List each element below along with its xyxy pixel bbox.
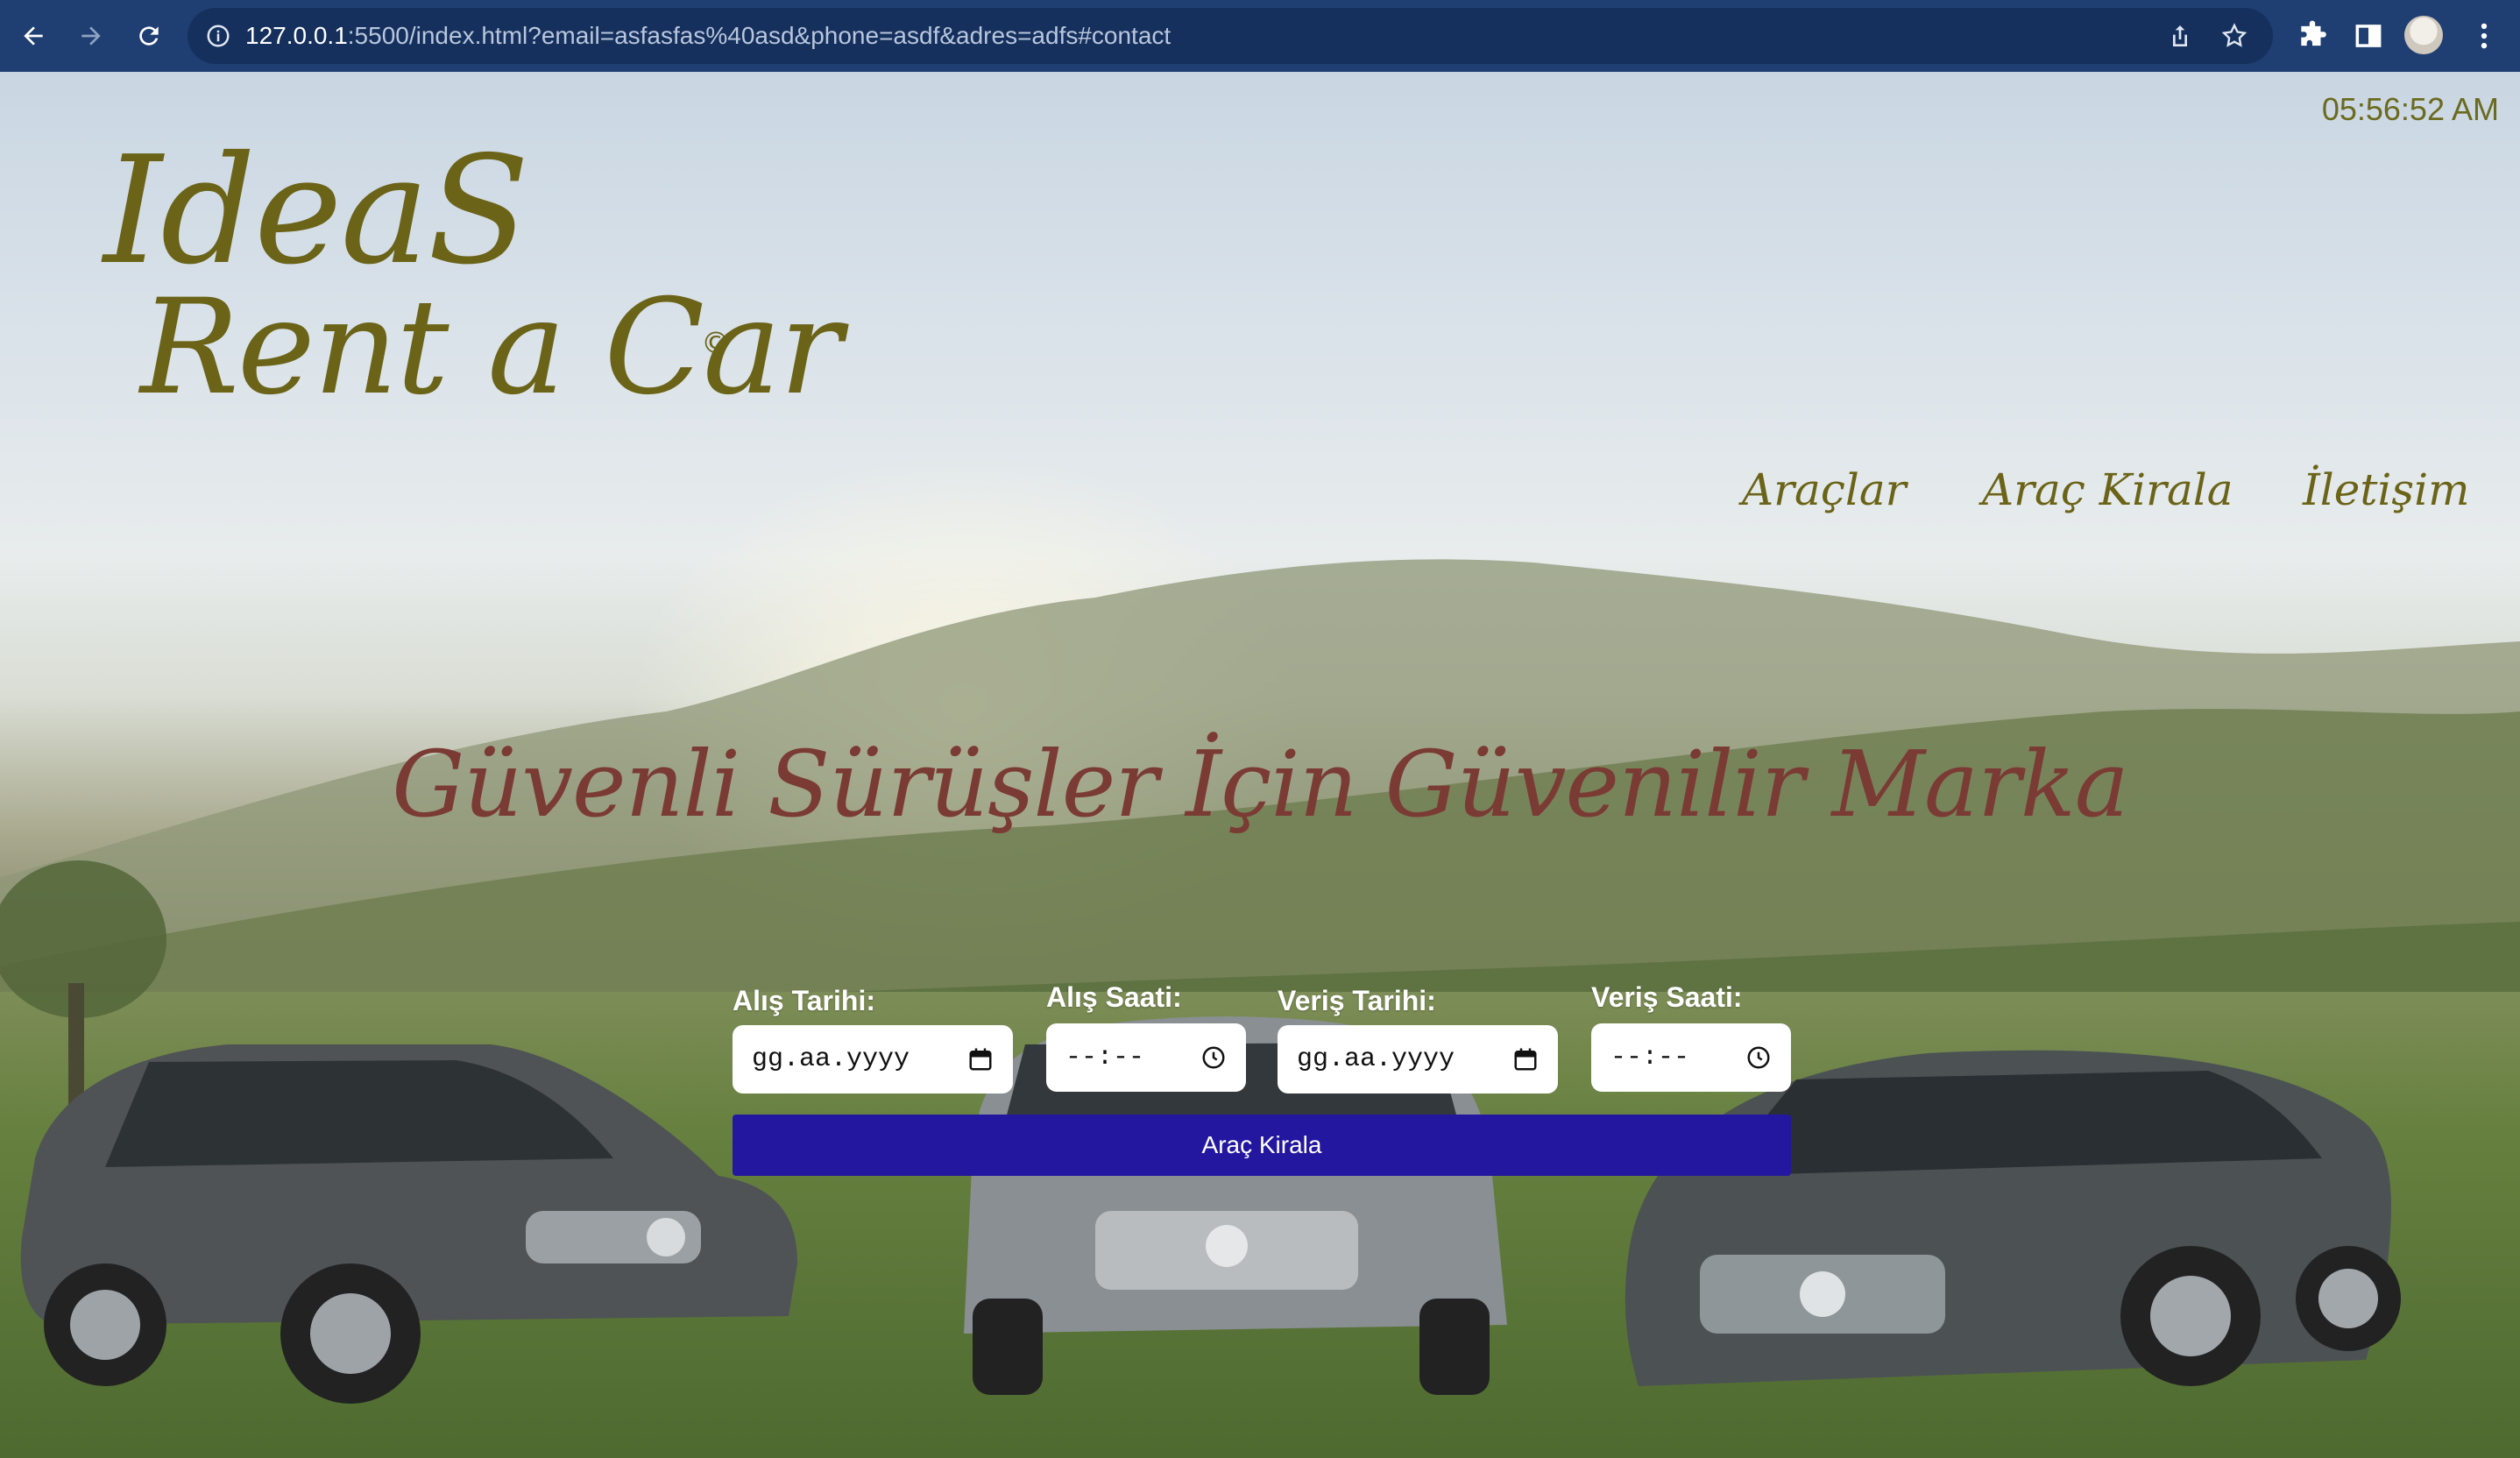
rent-car-submit-button[interactable]: Araç Kirala [733, 1115, 1791, 1176]
reload-icon [139, 26, 159, 46]
live-clock: 05:56:52 AM [2321, 91, 2499, 127]
reload-button[interactable] [124, 11, 173, 60]
pickup-date-input[interactable]: gg.aa.yyyy [733, 1025, 1013, 1094]
pickup-time-input[interactable]: --:-- [1046, 1023, 1246, 1092]
url-text: 127.0.0.1:5500/index.html?email=asfasfas… [245, 22, 1171, 50]
nav-link-iletisim[interactable]: İletişim [2303, 464, 2469, 515]
logo-rent-a-car[interactable]: Rent a Car [140, 272, 842, 424]
extensions-puzzle-icon[interactable] [2296, 19, 2329, 53]
pickup-date-label: Alış Tarihi: [733, 985, 875, 1016]
calendar-icon[interactable] [967, 1046, 994, 1072]
profile-avatar[interactable] [2404, 16, 2443, 54]
browser-toolbar: 127.0.0.1:5500/index.html?email=asfasfas… [0, 0, 2520, 72]
return-date-label: Veriş Tarihi: [1278, 985, 1436, 1016]
url-path: :5500/index.html?email=asfasfas%40asd&ph… [347, 22, 1172, 49]
forward-arrow-icon [81, 26, 101, 46]
return-date-value: gg.aa.yyyy [1297, 1044, 1455, 1074]
back-button[interactable] [9, 11, 58, 60]
return-time-value: --:-- [1610, 1043, 1690, 1072]
hero-section: 05:56:52 AM IdeaS Rent a Car © Araçlar A… [0, 72, 2520, 1458]
side-panel-icon[interactable] [2352, 19, 2385, 53]
site-info-icon[interactable] [205, 23, 231, 49]
pickup-date-value: gg.aa.yyyy [752, 1044, 910, 1074]
pickup-time-value: --:-- [1065, 1043, 1145, 1072]
bookmark-star-icon[interactable] [2220, 22, 2248, 50]
clock-icon[interactable] [1745, 1044, 1772, 1071]
hero-slogan: Güvenli Sürüşler İçin Güvenilir Marka [392, 731, 2129, 838]
right-car [1625, 1050, 2401, 1386]
left-car [20, 1044, 798, 1404]
clock-icon[interactable] [1200, 1044, 1227, 1071]
forward-button[interactable] [67, 11, 116, 60]
back-arrow-icon [24, 26, 43, 46]
share-icon[interactable] [2166, 22, 2194, 50]
url-host: 127.0.0.1 [245, 22, 348, 49]
calendar-icon[interactable] [1512, 1046, 1539, 1072]
cars-illustration [20, 1016, 2401, 1404]
return-time-label: Veriş Saati: [1591, 981, 1743, 1013]
return-date-input[interactable]: gg.aa.yyyy [1278, 1025, 1558, 1094]
pickup-time-label: Alış Saati: [1046, 981, 1182, 1013]
nav-link-araclar[interactable]: Araçlar [1742, 464, 1907, 515]
nav-link-arac-kirala[interactable]: Araç Kirala [1982, 464, 2233, 515]
return-time-input[interactable]: --:-- [1591, 1023, 1791, 1092]
address-bar[interactable]: 127.0.0.1:5500/index.html?email=asfasfas… [188, 8, 2273, 64]
copyright-symbol: © [701, 326, 731, 361]
menu-kebab-icon[interactable] [2467, 19, 2501, 53]
